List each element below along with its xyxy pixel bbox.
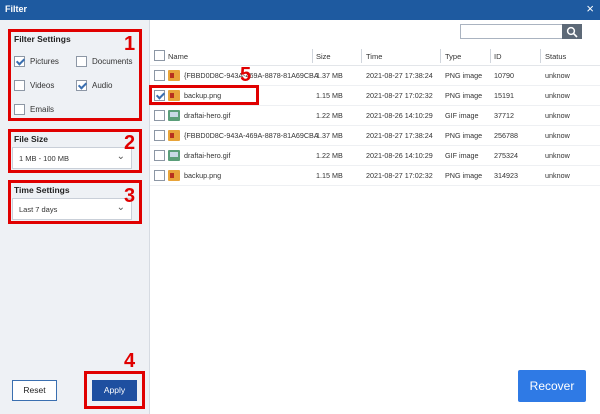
file-type: GIF image xyxy=(445,111,479,120)
file-id: 314923 xyxy=(494,171,518,180)
gif-file-icon xyxy=(168,110,180,121)
file-time: 2021-08-27 17:38:24 xyxy=(366,71,433,80)
file-status: unknow xyxy=(545,111,570,120)
file-type: GIF image xyxy=(445,151,479,160)
png-file-icon xyxy=(168,130,180,141)
annotation-box-filter-settings xyxy=(8,29,142,121)
file-time: 2021-08-26 14:10:29 xyxy=(366,111,433,120)
recover-button[interactable]: Recover xyxy=(518,370,586,402)
annotation-box-backup-row xyxy=(149,85,259,105)
table-row[interactable]: {FBBD0D8C-943A-469A-8878-81A69CBA 1.37 M… xyxy=(150,126,600,146)
file-size: 1.15 MB xyxy=(316,91,343,100)
row-checkbox[interactable] xyxy=(154,70,165,81)
window-title: Filter xyxy=(5,4,28,14)
annotation-number: 4 xyxy=(124,350,136,372)
file-type: PNG image xyxy=(445,91,483,100)
annotation-number: 5 xyxy=(240,64,252,86)
column-divider xyxy=(440,49,441,63)
file-size: 1.37 MB xyxy=(316,71,343,80)
file-type: PNG image xyxy=(445,171,483,180)
column-header-time[interactable]: Time xyxy=(366,52,382,61)
column-header-type[interactable]: Type xyxy=(445,52,461,61)
file-status: unknow xyxy=(545,171,570,180)
select-all-checkbox[interactable] xyxy=(154,50,165,61)
png-file-icon xyxy=(168,170,180,181)
row-checkbox[interactable] xyxy=(154,170,165,181)
file-name: {FBBD0D8C-943A-469A-8878-81A69CBA xyxy=(184,71,319,80)
file-name: backup.png xyxy=(184,171,222,180)
column-header-id[interactable]: ID xyxy=(494,52,502,61)
file-size: 1.37 MB xyxy=(316,131,343,140)
file-size: 1.15 MB xyxy=(316,171,343,180)
file-id: 275324 xyxy=(494,151,518,160)
file-id: 256788 xyxy=(494,131,518,140)
file-id: 15191 xyxy=(494,91,514,100)
file-type: PNG image xyxy=(445,131,483,140)
table-row[interactable]: draftai-hero.gif 1.22 MB 2021-08-26 14:1… xyxy=(150,106,600,126)
file-time: 2021-08-27 17:38:24 xyxy=(366,131,433,140)
annotation-number: 1 xyxy=(124,33,136,55)
column-divider xyxy=(490,49,491,63)
file-name: draftai-hero.gif xyxy=(184,151,231,160)
column-header-status[interactable]: Status xyxy=(545,52,566,61)
row-checkbox[interactable] xyxy=(154,130,165,141)
annotation-number: 2 xyxy=(124,132,136,154)
gif-file-icon xyxy=(168,150,180,161)
file-time: 2021-08-27 17:02:32 xyxy=(366,91,433,100)
search-button[interactable] xyxy=(562,24,582,39)
file-id: 37712 xyxy=(494,111,514,120)
row-checkbox[interactable] xyxy=(154,150,165,161)
results-panel: Name Size Time Type ID Status {FBBD0D8C-… xyxy=(150,20,600,414)
annotation-box-apply xyxy=(84,371,145,409)
file-time: 2021-08-26 14:10:29 xyxy=(366,151,433,160)
column-header-name[interactable]: Name xyxy=(168,52,188,61)
file-size: 1.22 MB xyxy=(316,151,343,160)
file-type: PNG image xyxy=(445,71,483,80)
png-file-icon xyxy=(168,70,180,81)
table-row[interactable]: {FBBD0D8C-943A-469A-8878-81A69CBA 1.37 M… xyxy=(150,66,600,86)
file-id: 10790 xyxy=(494,71,514,80)
column-divider xyxy=(361,49,362,63)
file-status: unknow xyxy=(545,91,570,100)
title-bar: Filter × xyxy=(0,0,600,20)
annotation-number: 3 xyxy=(124,185,136,207)
table-row[interactable]: draftai-hero.gif 1.22 MB 2021-08-26 14:1… xyxy=(150,146,600,166)
annotation-box-time-settings xyxy=(8,180,142,224)
file-name: draftai-hero.gif xyxy=(184,111,231,120)
file-size: 1.22 MB xyxy=(316,111,343,120)
column-header-size[interactable]: Size xyxy=(316,52,331,61)
reset-button[interactable]: Reset xyxy=(12,380,57,401)
column-divider xyxy=(540,49,541,63)
annotation-box-file-size xyxy=(8,129,142,173)
file-status: unknow xyxy=(545,131,570,140)
file-status: unknow xyxy=(545,71,570,80)
search-icon xyxy=(566,26,578,38)
column-divider xyxy=(312,49,313,63)
file-status: unknow xyxy=(545,151,570,160)
table-header: Name Size Time Type ID Status xyxy=(150,46,600,66)
table-row[interactable]: backup.png 1.15 MB 2021-08-27 17:02:32 P… xyxy=(150,166,600,186)
close-icon[interactable]: × xyxy=(586,2,594,16)
file-time: 2021-08-27 17:02:32 xyxy=(366,171,433,180)
row-checkbox[interactable] xyxy=(154,110,165,121)
file-name: {FBBD0D8C-943A-469A-8878-81A69CBA xyxy=(184,131,319,140)
